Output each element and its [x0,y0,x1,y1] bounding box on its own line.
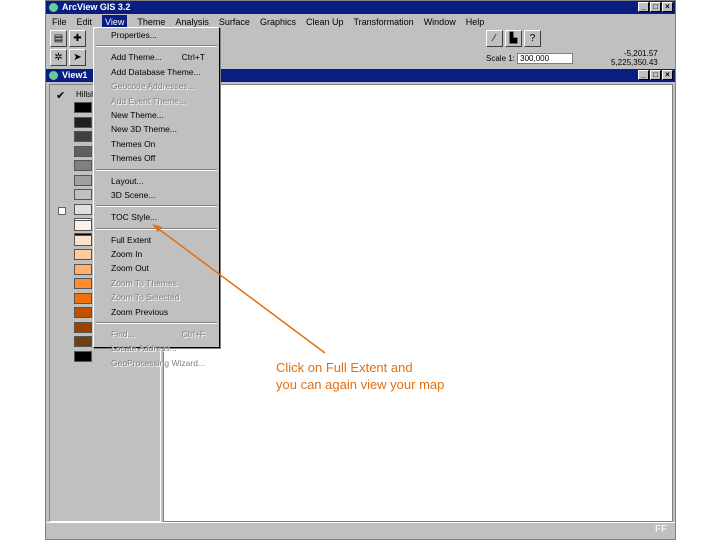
annotation-line-2: you can again view your map [276,377,445,392]
annotation-arrow [152,224,326,354]
annotation-text: Click on Full Extent and you can again v… [276,359,444,393]
annotation-line-1: Click on Full Extent and [276,360,413,375]
page-footer: FF [655,524,668,535]
